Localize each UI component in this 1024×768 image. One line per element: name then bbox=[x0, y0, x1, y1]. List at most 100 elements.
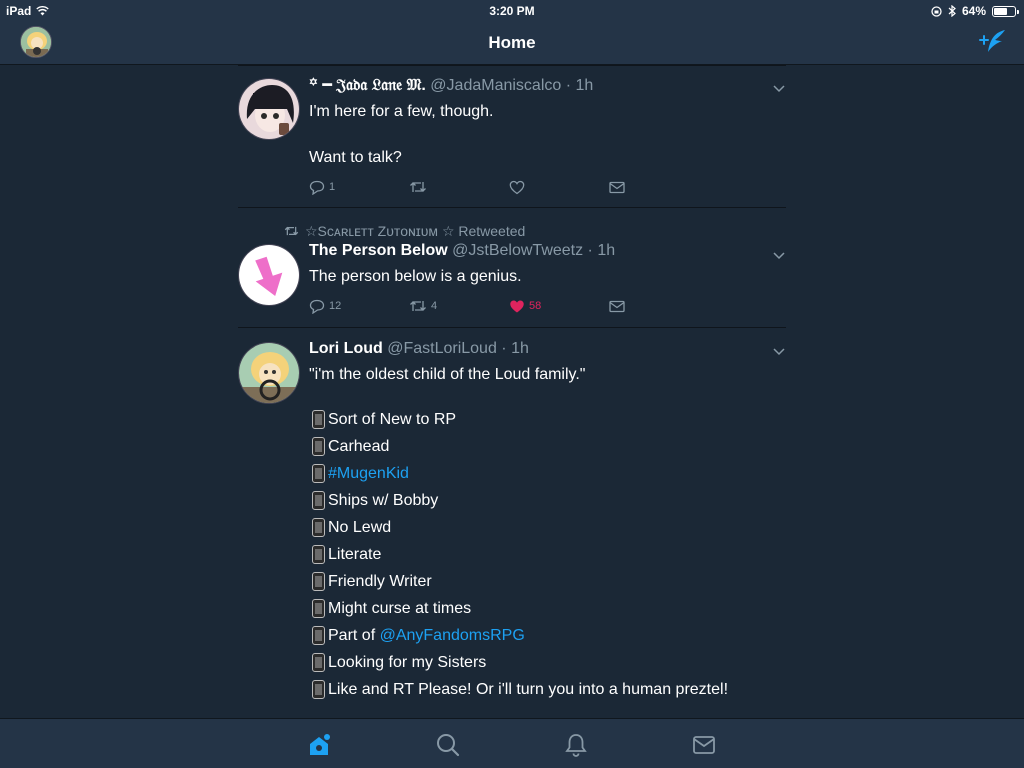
reply-count: 1 bbox=[329, 181, 336, 193]
author-name[interactable]: ꙳ ━ 𝔍𝔞𝔡𝔞 𝔏𝔞𝔫𝔢 𝔐. bbox=[309, 77, 426, 94]
mail-icon bbox=[609, 181, 625, 193]
chevron-down-icon[interactable] bbox=[772, 250, 786, 260]
list-item: Like and RT Please! Or i'll turn you int… bbox=[312, 676, 756, 703]
list-item-text: Might curse at times bbox=[328, 600, 472, 617]
mobile-phone-icon bbox=[312, 653, 325, 672]
tweet-text-line: Want to talk? bbox=[309, 149, 402, 166]
list-item-text: No Lewd bbox=[328, 519, 392, 536]
author-handle[interactable]: @JadaManiscalco bbox=[430, 77, 561, 94]
like-button[interactable] bbox=[509, 180, 609, 195]
retweet-button[interactable]: 4 bbox=[409, 299, 509, 313]
mobile-phone-icon bbox=[312, 680, 325, 699]
reply-icon bbox=[309, 180, 325, 195]
list-item: Sort of New to RP bbox=[312, 406, 756, 433]
mobile-phone-icon bbox=[312, 572, 325, 591]
separator-dot: · bbox=[561, 77, 576, 94]
tweet-header: Lori Loud @FastLoriLoud · 1h bbox=[309, 338, 756, 360]
tweet-time: 1h bbox=[511, 340, 529, 357]
status-time: 3:20 PM bbox=[489, 4, 535, 18]
avatar-image bbox=[239, 79, 299, 139]
timeline[interactable]: ꙳ ━ 𝔍𝔞𝔡𝔞 𝔏𝔞𝔫𝔢 𝔐. @JadaManiscalco · 1h I'… bbox=[238, 65, 786, 718]
compose-tweet-icon[interactable] bbox=[978, 28, 1008, 56]
tweet-time: 1h bbox=[597, 242, 616, 259]
avatar-image bbox=[239, 245, 299, 305]
bluetooth-icon bbox=[948, 5, 956, 17]
tweet-header: The Person Below @JstBelowTweetz · 1h bbox=[309, 240, 756, 262]
tweet-avatar[interactable] bbox=[238, 244, 300, 306]
list-item-text: Literate bbox=[328, 546, 382, 563]
mobile-phone-icon bbox=[312, 518, 325, 537]
mail-icon bbox=[609, 300, 625, 312]
list-item: Friendly Writer bbox=[312, 568, 756, 595]
avatar-image bbox=[239, 343, 299, 403]
tweet-text-line: The person below is a genius. bbox=[309, 268, 522, 285]
list-item: Literate bbox=[312, 541, 756, 568]
list-item-text: Ships w/ Bobby bbox=[328, 492, 439, 509]
reply-count: 12 bbox=[329, 300, 342, 312]
retweet-button[interactable] bbox=[409, 180, 509, 194]
notifications-tab-icon[interactable] bbox=[563, 732, 589, 758]
tweet-avatar[interactable] bbox=[238, 78, 300, 140]
list-item: #MugenKid bbox=[312, 460, 756, 487]
page-title: Home bbox=[488, 33, 536, 52]
tweet-actions: 1 bbox=[309, 177, 756, 197]
list-item-text: Sort of New to RP bbox=[328, 411, 457, 428]
retweet-icon bbox=[284, 226, 299, 236]
retweet-icon bbox=[410, 182, 426, 192]
status-bar: iPad 3:20 PM 64% bbox=[0, 0, 1024, 22]
tweet[interactable]: Lori Loud @FastLoriLoud · 1h "i'm the ol… bbox=[238, 328, 786, 718]
tweet-list: Sort of New to RP Carhead #MugenKid Ship… bbox=[312, 406, 756, 703]
messages-tab-icon[interactable] bbox=[691, 732, 717, 758]
author-handle[interactable]: @FastLoriLoud bbox=[387, 340, 497, 357]
chevron-down-icon[interactable] bbox=[772, 346, 786, 356]
hashtag-link[interactable]: #MugenKid bbox=[328, 460, 409, 487]
mobile-phone-icon bbox=[312, 410, 325, 429]
search-tab-icon[interactable] bbox=[435, 732, 461, 758]
battery-percent: 64% bbox=[961, 4, 986, 18]
tweet[interactable]: ☆Sᴄᴀʀʟᴇᴛᴛ Zᴜᴛᴏɴɪᴜᴍ ☆ Retweeted The Perso… bbox=[238, 208, 786, 328]
list-item: Looking for my Sisters bbox=[312, 649, 756, 676]
tweet-text: "i'm the oldest child of the Loud family… bbox=[309, 363, 756, 386]
tweet-text-line: I'm here for a few, though. bbox=[309, 103, 494, 120]
tweet-header: ꙳ ━ 𝔍𝔞𝔡𝔞 𝔏𝔞𝔫𝔢 𝔐. @JadaManiscalco · 1h bbox=[309, 75, 756, 97]
list-item-text: Part of bbox=[328, 627, 380, 644]
like-count: 58 bbox=[529, 300, 542, 312]
separator-dot: · bbox=[496, 340, 512, 357]
mobile-phone-icon bbox=[312, 626, 325, 645]
author-name[interactable]: The Person Below bbox=[309, 242, 448, 259]
retweet-banner: ☆Sᴄᴀʀʟᴇᴛᴛ Zᴜᴛᴏɴɪᴜᴍ ☆ Retweeted bbox=[284, 208, 786, 240]
mobile-phone-icon bbox=[312, 599, 325, 618]
reply-button[interactable]: 1 bbox=[309, 180, 409, 195]
mobile-phone-icon bbox=[312, 545, 325, 564]
separator-dot: · bbox=[583, 242, 598, 259]
tweet-text: I'm here for a few, though. Want to talk… bbox=[309, 100, 756, 169]
list-item: Carhead bbox=[312, 433, 756, 460]
heart-icon bbox=[509, 180, 525, 194]
tweet-time: 1h bbox=[575, 77, 594, 94]
direct-message-button[interactable] bbox=[609, 300, 709, 313]
tweet[interactable]: ꙳ ━ 𝔍𝔞𝔡𝔞 𝔏𝔞𝔫𝔢 𝔐. @JadaManiscalco · 1h I'… bbox=[238, 65, 786, 208]
tweet-actions: 12 4 58 bbox=[309, 296, 756, 316]
author-handle[interactable]: @JstBelowTweetz bbox=[452, 242, 583, 259]
author-name[interactable]: Lori Loud bbox=[309, 340, 383, 357]
reply-icon bbox=[309, 299, 325, 314]
battery-icon bbox=[992, 5, 1019, 17]
mobile-phone-icon bbox=[312, 464, 325, 483]
retweet-count: 4 bbox=[431, 300, 438, 312]
mobile-phone-icon bbox=[312, 491, 325, 510]
list-item-text: Like and RT Please! Or i'll turn you int… bbox=[328, 681, 729, 698]
reply-button[interactable]: 12 bbox=[309, 299, 409, 314]
list-item-text: Friendly Writer bbox=[328, 573, 432, 590]
direct-message-button[interactable] bbox=[609, 181, 709, 194]
home-tab-icon[interactable] bbox=[306, 732, 332, 758]
like-button[interactable]: 58 bbox=[509, 299, 609, 314]
chevron-down-icon[interactable] bbox=[772, 83, 786, 93]
tweet-text: The person below is a genius. bbox=[309, 265, 756, 288]
retweeted-by-label[interactable]: ☆Sᴄᴀʀʟᴇᴛᴛ Zᴜᴛᴏɴɪᴜᴍ ☆ Retweeted bbox=[305, 223, 525, 240]
tweet-text-line: "i'm the oldest child of the Loud family… bbox=[309, 366, 586, 383]
tweet-avatar[interactable] bbox=[238, 342, 300, 404]
mention-link[interactable]: @AnyFandomsRPG bbox=[380, 622, 525, 649]
list-item: Ships w/ Bobby bbox=[312, 487, 756, 514]
status-right: 64% bbox=[931, 4, 1019, 18]
list-item-text: Carhead bbox=[328, 438, 390, 455]
